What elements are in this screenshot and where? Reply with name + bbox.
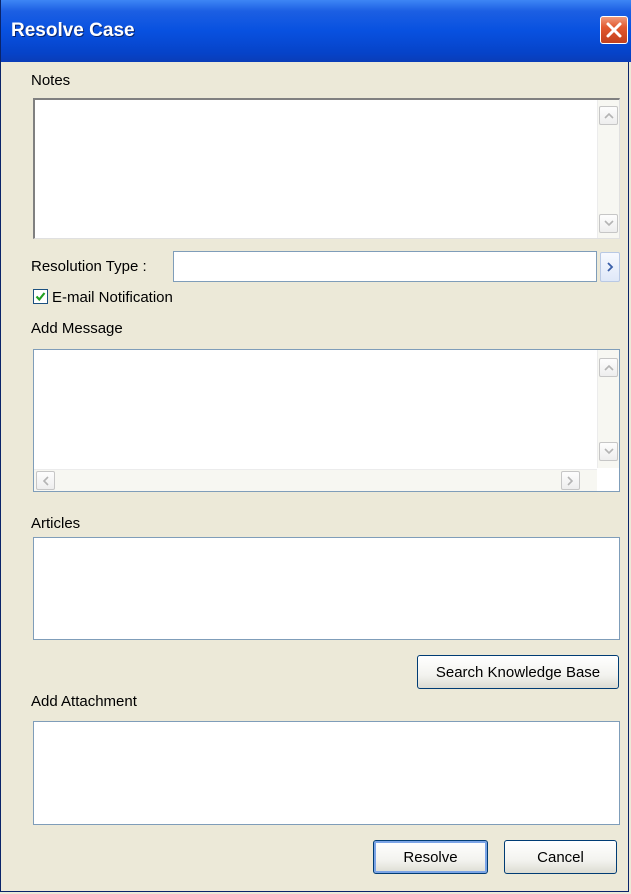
scroll-down-button[interactable] <box>599 442 618 461</box>
scroll-up-button[interactable] <box>599 358 618 377</box>
resolution-type-field[interactable] <box>173 251 597 282</box>
email-notification-label[interactable]: E-mail Notification <box>52 289 173 306</box>
articles-list[interactable] <box>33 537 620 640</box>
email-notification-checkbox[interactable] <box>33 289 48 304</box>
chevron-down-icon <box>604 220 614 227</box>
articles-label: Articles <box>31 515 81 532</box>
chevron-down-icon <box>604 448 614 455</box>
add-message-textarea[interactable] <box>33 349 620 492</box>
chevron-left-icon <box>42 476 49 486</box>
add-message-label: Add Message <box>31 320 123 337</box>
notes-textarea[interactable] <box>33 98 620 239</box>
scroll-up-button[interactable] <box>599 106 618 125</box>
resolution-type-browse-button[interactable] <box>600 252 620 282</box>
resolution-type-label: Resolution Type : <box>31 258 147 275</box>
cancel-button[interactable]: Cancel <box>504 840 617 874</box>
title-bar[interactable]: Resolve Case <box>1 0 631 62</box>
search-knowledge-base-button[interactable]: Search Knowledge Base <box>417 655 619 689</box>
scroll-right-button[interactable] <box>561 471 580 490</box>
scroll-down-button[interactable] <box>599 214 618 233</box>
scroll-left-button[interactable] <box>36 471 55 490</box>
close-button[interactable] <box>600 16 628 44</box>
message-horizontal-scrollbar[interactable] <box>34 469 597 491</box>
checkmark-icon <box>35 292 46 302</box>
chevron-right-icon <box>607 262 614 272</box>
resolve-button[interactable]: Resolve <box>373 840 488 874</box>
chevron-up-icon <box>604 112 614 119</box>
chevron-right-icon <box>567 476 574 486</box>
attachment-list[interactable] <box>33 721 620 825</box>
resolve-case-dialog: Resolve Case Notes Resolution Type : E-m… <box>0 0 631 892</box>
close-icon <box>606 22 622 38</box>
chevron-up-icon <box>604 364 614 371</box>
dialog-title: Resolve Case <box>11 20 135 41</box>
notes-vertical-scrollbar[interactable] <box>597 100 619 238</box>
add-attachment-label: Add Attachment <box>31 693 137 710</box>
message-vertical-scrollbar[interactable] <box>597 350 619 468</box>
notes-label: Notes <box>31 72 71 89</box>
